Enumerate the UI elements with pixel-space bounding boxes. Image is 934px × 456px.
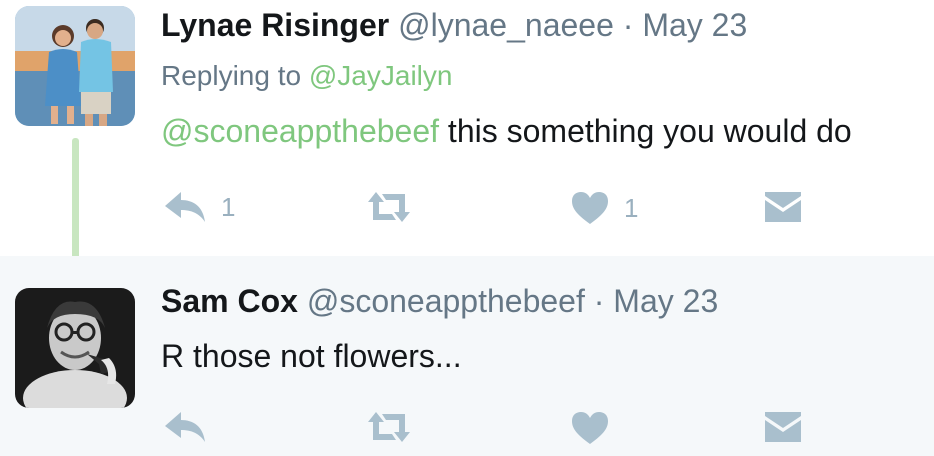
envelope-icon xyxy=(763,410,803,444)
heart-icon xyxy=(570,190,610,226)
tweet-text: R those not flowers... xyxy=(161,338,462,374)
reply-count: 1 xyxy=(221,191,236,222)
separator-dot: · xyxy=(593,283,605,319)
replying-label: Replying to xyxy=(161,60,302,91)
reply-button[interactable]: 1 xyxy=(163,190,235,224)
retweet-button[interactable] xyxy=(362,190,416,224)
tweet-date[interactable]: May 23 xyxy=(613,283,718,319)
tweet-text: @sconeappthebeef this something you woul… xyxy=(161,115,852,147)
user-handle[interactable]: @sconeappthebeef xyxy=(307,283,585,319)
retweet-icon xyxy=(362,410,416,444)
mention-link[interactable]: @sconeappthebeef xyxy=(161,113,439,149)
reply-arrow-icon xyxy=(163,190,207,224)
like-button[interactable] xyxy=(570,410,610,446)
separator-dot: · xyxy=(622,7,634,43)
tweet-body: this something you would do xyxy=(447,113,852,149)
replying-handle-link[interactable]: @JayJailyn xyxy=(309,60,453,91)
retweet-icon xyxy=(362,190,416,224)
display-name[interactable]: Lynae Risinger xyxy=(161,7,389,43)
tweet-sam[interactable]: Sam Cox @sconeappthebeef · May 23 R thos… xyxy=(0,256,934,456)
direct-message-button[interactable] xyxy=(763,410,803,444)
reply-button[interactable] xyxy=(163,410,207,444)
tweet-date[interactable]: May 23 xyxy=(642,7,747,43)
avatar-sam[interactable] xyxy=(15,288,135,408)
heart-icon xyxy=(570,410,610,446)
retweet-button[interactable] xyxy=(362,410,416,444)
tweet-header: Sam Cox @sconeappthebeef · May 23 xyxy=(161,285,718,317)
tweet-header: Lynae Risinger @lynae_naeee · May 23 xyxy=(161,9,747,41)
like-count: 1 xyxy=(624,192,639,223)
replying-to: Replying to @JayJailyn xyxy=(161,62,452,90)
like-button[interactable]: 1 xyxy=(570,190,638,226)
direct-message-button[interactable] xyxy=(763,190,803,224)
user-handle[interactable]: @lynae_naeee xyxy=(398,7,614,43)
reply-arrow-icon xyxy=(163,410,207,444)
envelope-icon xyxy=(763,190,803,224)
tweet-lynae[interactable]: Lynae Risinger @lynae_naeee · May 23 Rep… xyxy=(0,0,934,276)
display-name[interactable]: Sam Cox xyxy=(161,283,298,319)
avatar-lynae[interactable] xyxy=(15,6,135,126)
